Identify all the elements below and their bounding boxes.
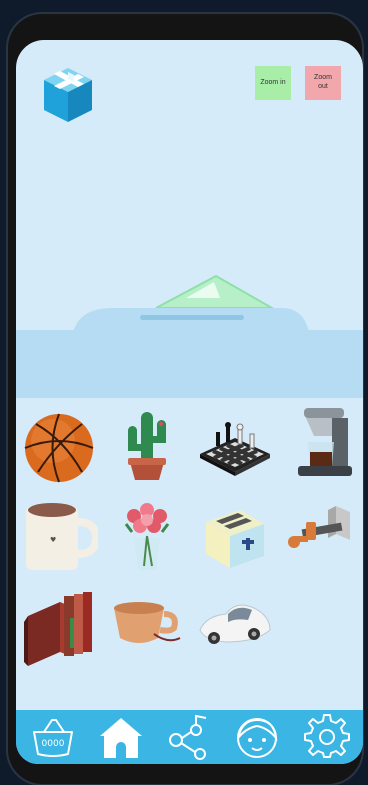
item-flower-bouquet[interactable] bbox=[108, 496, 186, 574]
item-coffee-maker[interactable] bbox=[284, 404, 362, 482]
scene-view[interactable] bbox=[16, 268, 363, 398]
app-screen: Zoom in Zoom out ♥ 0000 bbox=[16, 40, 363, 764]
coffee-maker-icon bbox=[298, 408, 352, 476]
tab-basket[interactable]: 0000 bbox=[30, 714, 76, 760]
svg-text:♥: ♥ bbox=[50, 536, 56, 544]
item-chess-board[interactable] bbox=[196, 406, 274, 484]
item-cup[interactable] bbox=[108, 588, 186, 666]
home-icon bbox=[100, 718, 142, 758]
item-mug[interactable]: ♥ bbox=[20, 498, 98, 576]
flower-bouquet-icon bbox=[124, 503, 170, 570]
share-icon bbox=[169, 714, 207, 760]
books-icon bbox=[24, 592, 92, 666]
cup-icon bbox=[114, 602, 181, 643]
tab-profile[interactable] bbox=[234, 714, 280, 760]
clamp-icon bbox=[288, 506, 350, 548]
shelf-platform bbox=[72, 308, 310, 338]
zoom-in-button[interactable]: Zoom in bbox=[255, 66, 291, 100]
tab-settings[interactable] bbox=[304, 714, 350, 760]
chess-board-icon bbox=[200, 422, 270, 476]
svg-text:0000: 0000 bbox=[42, 739, 65, 749]
zoom-out-button[interactable]: Zoom out bbox=[305, 66, 341, 100]
zoom-out-label: Zoom out bbox=[314, 74, 332, 90]
items-grid: ♥ bbox=[16, 400, 363, 680]
item-clamp[interactable] bbox=[284, 496, 362, 574]
tab-share[interactable] bbox=[166, 714, 212, 760]
item-car[interactable] bbox=[196, 586, 274, 664]
basketball-icon bbox=[24, 413, 94, 483]
shelf-back bbox=[16, 330, 363, 398]
tab-home[interactable] bbox=[98, 714, 144, 760]
tab-bar: 0000 bbox=[16, 710, 363, 764]
gear-icon bbox=[304, 714, 350, 758]
app-logo-icon bbox=[40, 64, 96, 126]
cactus-icon bbox=[128, 412, 166, 480]
avatar-icon bbox=[237, 718, 278, 758]
shelf-handle bbox=[140, 315, 244, 320]
item-toaster[interactable] bbox=[196, 496, 274, 574]
car-icon bbox=[199, 604, 271, 644]
basket-icon: 0000 bbox=[33, 719, 73, 757]
mug-icon: ♥ bbox=[26, 503, 98, 570]
item-basketball[interactable] bbox=[20, 408, 98, 486]
item-cactus[interactable] bbox=[108, 406, 186, 484]
zoom-in-label: Zoom in bbox=[260, 78, 286, 86]
toaster-icon bbox=[206, 510, 264, 568]
item-books[interactable] bbox=[20, 588, 98, 666]
